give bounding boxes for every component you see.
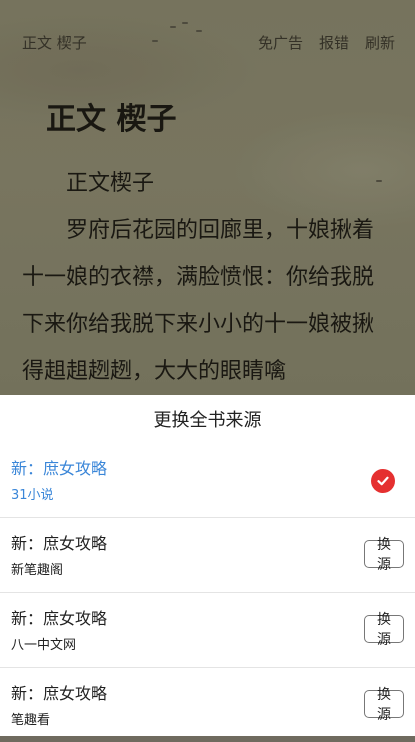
source-book-title: 新：庶女攻略	[11, 684, 108, 703]
source-row[interactable]: 新：庶女攻略 八一中文网 换源	[0, 593, 415, 668]
change-source-sheet: 更换全书来源 新：庶女攻略 31小说 新：庶女攻略 新笔趣阁 换源 新：庶女攻略…	[0, 395, 415, 736]
reader-view[interactable]: 正文 楔子 免广告 报错 刷新 正文 楔子 正文楔子 罗府后花园的回廊里，十娘揪…	[0, 0, 415, 395]
source-book-title: 新：庶女攻略	[11, 609, 108, 628]
source-site-name: 新笔趣阁	[11, 563, 64, 578]
source-book-title: 新：庶女攻略	[11, 459, 108, 478]
source-site-name: 31小说	[11, 488, 54, 503]
source-site-name: 八一中文网	[11, 638, 77, 653]
switch-source-button[interactable]: 换源	[364, 537, 404, 573]
source-row-current[interactable]: 新：庶女攻略 31小说	[0, 443, 415, 518]
switch-source-button[interactable]: 换源	[364, 687, 404, 723]
switch-source-button[interactable]: 换源	[364, 612, 404, 648]
source-list: 新：庶女攻略 31小说 新：庶女攻略 新笔趣阁 换源 新：庶女攻略 八一中文网 …	[0, 443, 415, 742]
source-book-title: 新：庶女攻略	[11, 534, 108, 553]
source-row[interactable]: 新：庶女攻略 新笔趣阁 换源	[0, 518, 415, 593]
source-row[interactable]: 新：庶女攻略 笔趣看 换源	[0, 668, 415, 742]
checkmark-icon	[371, 469, 395, 493]
modal-overlay[interactable]	[0, 0, 415, 395]
source-site-name: 笔趣看	[11, 713, 51, 728]
sheet-title: 更换全书来源	[153, 410, 262, 431]
